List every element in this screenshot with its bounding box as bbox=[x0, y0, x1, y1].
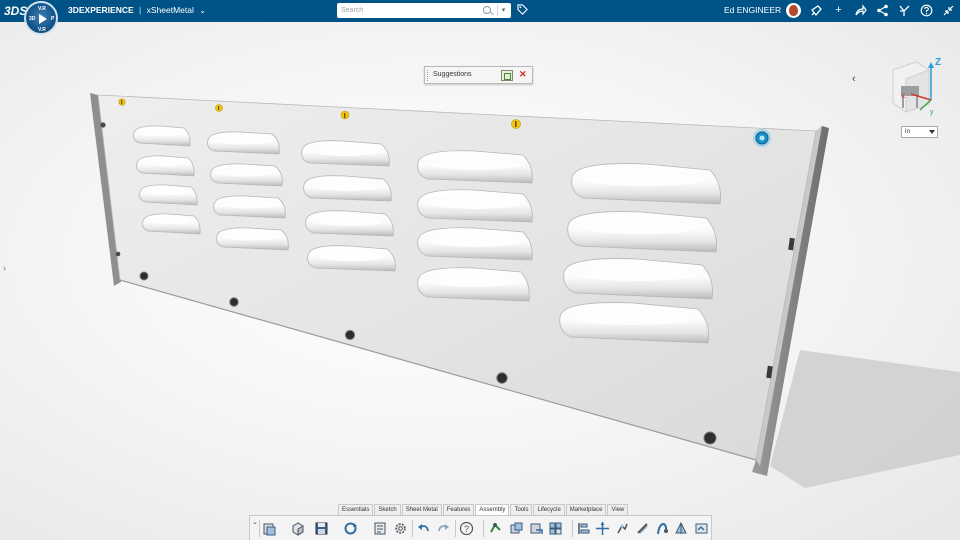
share-arrow-icon[interactable] bbox=[854, 4, 867, 17]
tools-icon[interactable] bbox=[898, 4, 911, 17]
fastener-hole bbox=[100, 122, 106, 128]
action-bar: ⌄ ? bbox=[249, 515, 712, 540]
suggestions-panel: Suggestions ✕ bbox=[424, 66, 533, 84]
collapse-icon[interactable] bbox=[942, 4, 955, 17]
divider bbox=[572, 520, 573, 537]
mate-icon[interactable] bbox=[488, 521, 503, 536]
help-icon[interactable]: ? bbox=[459, 521, 474, 536]
chevron-left-icon[interactable]: ‹ bbox=[852, 73, 856, 85]
divider bbox=[483, 520, 484, 537]
tab-tools[interactable]: Tools bbox=[510, 504, 533, 515]
action-bar-tabs: Essentials Sketch Sheet Metal Features A… bbox=[338, 504, 629, 515]
clash-icon[interactable] bbox=[655, 521, 670, 536]
tab-sheet-metal[interactable]: Sheet Metal bbox=[401, 504, 442, 515]
search-icon[interactable] bbox=[483, 6, 491, 14]
undo-icon[interactable] bbox=[416, 521, 431, 536]
divider bbox=[455, 520, 456, 537]
user-name[interactable]: Ed ENGINEER bbox=[724, 5, 781, 15]
floor-shadow bbox=[770, 350, 960, 488]
search-box: ▾ bbox=[337, 3, 511, 18]
tab-assembly[interactable]: Assembly bbox=[475, 504, 510, 515]
chevron-down-icon[interactable]: ⌄ bbox=[252, 518, 258, 526]
save-icon[interactable] bbox=[314, 521, 329, 536]
chevron-down-icon[interactable]: ⌄ bbox=[199, 6, 206, 15]
compass-center-label: 3D bbox=[29, 16, 36, 22]
axis-z-label: Z bbox=[935, 57, 941, 68]
brand-label: 3DEXPERIENCE bbox=[68, 5, 134, 15]
tab-marketplace[interactable]: Marketplace bbox=[565, 504, 607, 515]
align-icon[interactable] bbox=[576, 521, 591, 536]
share-icon[interactable] bbox=[876, 4, 889, 17]
move-icon[interactable] bbox=[595, 521, 610, 536]
compass-right-label: P bbox=[51, 16, 55, 22]
suggestions-label: Suggestions bbox=[433, 71, 472, 78]
tab-view[interactable]: View bbox=[607, 504, 629, 515]
chevron-down-icon bbox=[929, 130, 935, 134]
help-icon[interactable] bbox=[920, 4, 933, 17]
axis-x-label: x bbox=[901, 91, 905, 100]
suggestions-options-icon[interactable] bbox=[501, 70, 513, 81]
fastener-hole bbox=[344, 329, 356, 341]
explode-icon[interactable] bbox=[615, 521, 630, 536]
chevron-right-icon[interactable]: › bbox=[3, 263, 6, 273]
search-dropdown-icon[interactable]: ▾ bbox=[497, 5, 509, 16]
unit-select[interactable]: in bbox=[901, 126, 938, 138]
view-cube-icon bbox=[892, 61, 934, 113]
tab-lifecycle[interactable]: Lifecycle bbox=[533, 504, 565, 515]
tag-icon[interactable] bbox=[517, 4, 528, 15]
tab-essentials[interactable]: Essentials bbox=[338, 504, 374, 515]
measure-icon[interactable] bbox=[694, 521, 709, 536]
avatar[interactable] bbox=[786, 3, 801, 18]
play-icon[interactable] bbox=[39, 14, 47, 24]
part-icon[interactable] bbox=[290, 521, 305, 536]
tab-features[interactable]: Features bbox=[442, 504, 475, 515]
tab-sketch[interactable]: Sketch bbox=[374, 504, 401, 515]
search-input[interactable] bbox=[341, 4, 481, 17]
properties-icon[interactable] bbox=[372, 521, 387, 536]
svg-text:?: ? bbox=[464, 524, 469, 534]
compass-icon[interactable]: V.R 3D P V.R bbox=[24, 1, 58, 35]
redo-icon[interactable] bbox=[436, 521, 451, 536]
fastener-hole bbox=[496, 372, 508, 384]
unit-value: in bbox=[905, 128, 911, 135]
fastener-hole bbox=[229, 297, 239, 307]
3d-viewport[interactable]: Z x y Suggestions ✕ ‹ › in bbox=[0, 22, 960, 540]
update-icon[interactable] bbox=[343, 521, 358, 536]
fasten-icon[interactable] bbox=[635, 521, 650, 536]
drag-handle[interactable] bbox=[427, 70, 429, 81]
fastener-hole bbox=[139, 271, 149, 281]
paste-icon[interactable] bbox=[262, 521, 277, 536]
compass-top-label: V.R bbox=[38, 6, 46, 12]
divider bbox=[259, 520, 260, 537]
app-name: xSheetMetal bbox=[146, 5, 194, 15]
pattern-icon[interactable] bbox=[548, 521, 563, 536]
section-icon[interactable] bbox=[674, 521, 689, 536]
axis-y-label: y bbox=[930, 109, 934, 116]
fastener-hole bbox=[115, 251, 121, 257]
fastener-hole bbox=[703, 431, 717, 445]
compass-bottom-label: V.R bbox=[38, 27, 46, 33]
notifications-icon[interactable] bbox=[810, 4, 823, 17]
settings-icon[interactable] bbox=[393, 521, 408, 536]
sheet-metal-model[interactable]: Z x y bbox=[0, 22, 960, 540]
add-icon[interactable]: + bbox=[832, 4, 845, 17]
divider bbox=[412, 520, 413, 537]
top-bar: 3DS 3DEXPERIENCE | xSheetMetal ⌄ ▾ Ed EN… bbox=[0, 0, 960, 22]
insert-component-icon[interactable] bbox=[509, 521, 524, 536]
close-icon[interactable]: ✕ bbox=[519, 69, 527, 80]
replace-component-icon[interactable] bbox=[529, 521, 544, 536]
title-separator: | bbox=[139, 5, 142, 15]
app-title[interactable]: 3DEXPERIENCE | xSheetMetal ⌄ bbox=[68, 5, 206, 15]
